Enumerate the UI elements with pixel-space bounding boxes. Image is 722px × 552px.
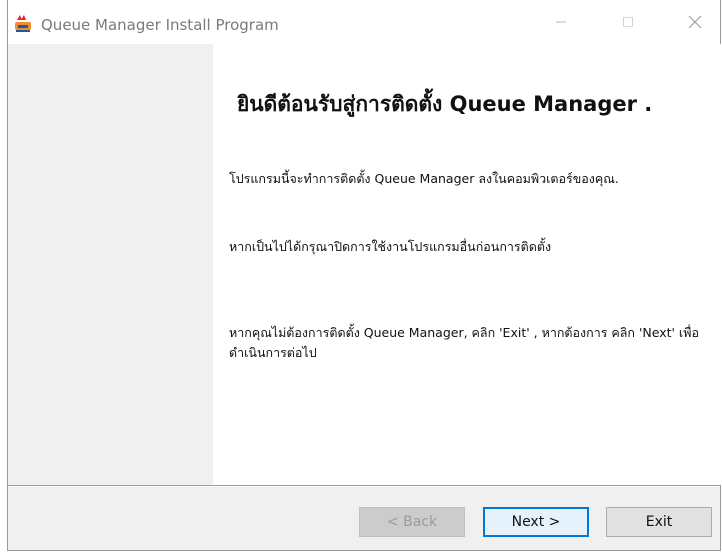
minimize-icon	[556, 21, 566, 23]
left-banner-panel	[8, 44, 213, 485]
back-button[interactable]: < Back	[359, 507, 465, 537]
exit-next-instructions: หากคุณไม่ต้องการติดตั้ง Queue Manager, ค…	[229, 325, 699, 360]
title-bar[interactable]: Queue Manager Install Program	[8, 0, 720, 44]
exit-button[interactable]: Exit	[606, 507, 712, 537]
welcome-heading: ยินดีต้อนรับสู่การติดตั้ง Queue Manager …	[237, 92, 653, 116]
minimize-button[interactable]	[538, 6, 584, 38]
window-title: Queue Manager Install Program	[41, 16, 279, 34]
button-bar: < Back Next > Exit	[8, 487, 720, 550]
close-button[interactable]	[672, 6, 718, 38]
maximize-button[interactable]	[605, 6, 651, 38]
installer-window: Queue Manager Install Program ยินดีต้อนร…	[7, 0, 721, 551]
installer-app-icon	[13, 14, 33, 34]
install-description: โปรแกรมนี้จะทำการติดตั้ง Queue Manager ล…	[229, 171, 619, 186]
welcome-content: ยินดีต้อนรับสู่การติดตั้ง Queue Manager …	[213, 44, 721, 485]
next-button[interactable]: Next >	[483, 507, 589, 537]
close-programs-note: หากเป็นไปได้กรุณาปิดการใช้งานโปรแกรมอื่น…	[229, 239, 552, 254]
close-icon	[688, 15, 702, 29]
maximize-icon	[623, 17, 633, 27]
